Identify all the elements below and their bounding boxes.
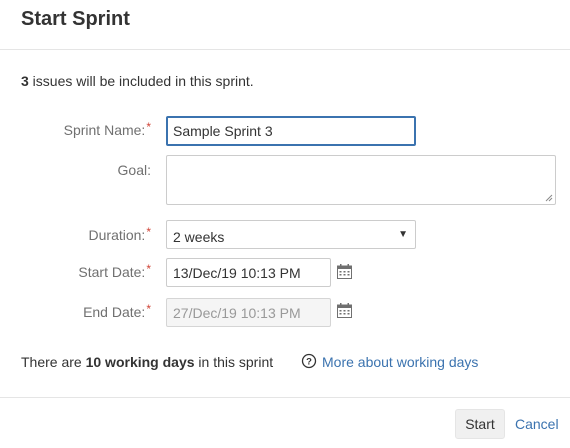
- goal-textarea[interactable]: [166, 155, 556, 205]
- working-days-info: There are 10 working days in this sprint: [21, 354, 273, 370]
- end-date-input: 27/Dec/19 10:13 PM: [166, 298, 331, 327]
- goal-label: Goal:: [16, 162, 151, 178]
- sprint-name-value: Sample Sprint 3: [173, 123, 273, 139]
- required-marker: *: [146, 225, 151, 239]
- start-date-label-text: Start Date:: [78, 264, 146, 280]
- more-about-working-days-link[interactable]: More about working days: [322, 354, 478, 370]
- start-sprint-dialog: Start Sprint 3 issues will be included i…: [0, 0, 570, 447]
- cancel-link[interactable]: Cancel: [515, 416, 559, 432]
- issue-count-summary: 3 issues will be included in this sprint…: [21, 73, 254, 89]
- calendar-icon[interactable]: [336, 263, 353, 280]
- required-marker: *: [146, 302, 151, 316]
- duration-label: Duration:*: [16, 225, 151, 243]
- end-date-label-text: End Date:: [83, 304, 146, 320]
- goal-label-text: Goal:: [117, 162, 151, 178]
- duration-label-text: Duration:: [88, 227, 146, 243]
- sprint-name-input[interactable]: Sample Sprint 3: [166, 116, 416, 146]
- resize-grip-icon[interactable]: [545, 194, 553, 202]
- svg-text:?: ?: [306, 357, 312, 368]
- working-days-suffix: in this sprint: [194, 354, 274, 370]
- dialog-header: Start Sprint: [0, 0, 570, 50]
- end-date-label: End Date:*: [16, 302, 151, 320]
- dialog-title: Start Sprint: [21, 8, 130, 30]
- required-marker: *: [146, 262, 151, 276]
- sprint-name-label: Sprint Name:*: [16, 120, 151, 138]
- start-button[interactable]: Start: [455, 409, 505, 439]
- issue-count-text: issues will be included in this sprint.: [28, 73, 254, 89]
- duration-value: 2 weeks: [173, 229, 225, 245]
- start-date-label: Start Date:*: [16, 262, 151, 280]
- caret-down-icon: ▼: [398, 229, 408, 240]
- duration-select[interactable]: 2 weeks ▼: [166, 220, 416, 249]
- start-date-input[interactable]: 13/Dec/19 10:13 PM: [166, 258, 331, 287]
- working-days-count: 10 working days: [85, 354, 195, 370]
- sprint-name-label-text: Sprint Name:: [63, 122, 146, 138]
- question-circle-icon[interactable]: ?: [301, 353, 317, 369]
- start-date-value: 13/Dec/19 10:13 PM: [173, 265, 301, 281]
- calendar-icon[interactable]: [336, 302, 353, 319]
- working-days-prefix: There are: [21, 354, 86, 370]
- issue-count: 3: [21, 73, 29, 89]
- required-marker: *: [146, 120, 151, 134]
- end-date-value: 27/Dec/19 10:13 PM: [173, 305, 301, 321]
